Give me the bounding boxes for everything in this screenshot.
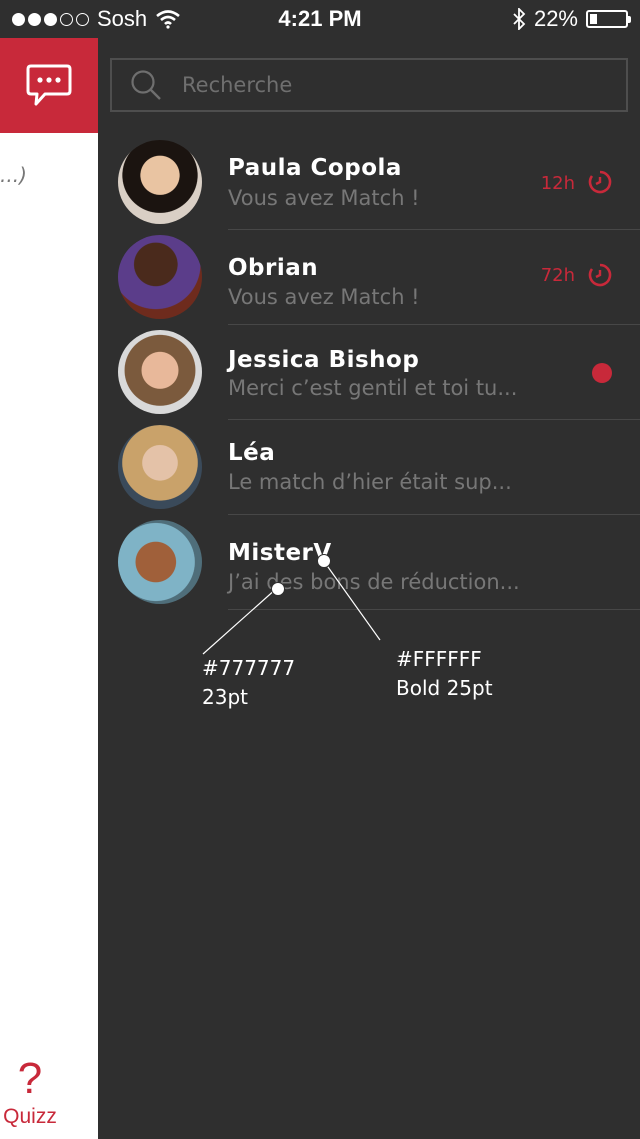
search-input[interactable] [180,72,564,98]
battery-icon [586,10,631,28]
annotation-marker [271,582,285,596]
chat-bubble-icon [26,64,72,105]
conversation-item[interactable]: Paula Copola Vous avez Match ! 12h [98,140,640,234]
annotation-size: Bold 25pt [396,676,493,700]
divider [228,609,640,610]
quizz-label: Quizz [3,1105,57,1128]
divider [228,419,640,420]
timer-icon [588,170,612,194]
divider [228,324,640,325]
avatar [118,235,202,319]
truncated-text: ...) [0,163,27,187]
annotation-marker [317,554,331,568]
status-bar: Sosh 4:21 PM 22% [0,0,640,38]
annotation-message-style: #777777 23pt [202,654,295,712]
divider [228,229,640,230]
contact-name: Léa [228,440,276,466]
question-mark-icon: ? [17,1054,43,1103]
search-icon [131,70,161,100]
expiry-time: 72h [540,265,575,286]
annotation-name-style: #FFFFFF Bold 25pt [396,645,493,703]
annotation-color: #777777 [202,656,296,680]
avatar [118,140,202,224]
bluetooth-icon [513,8,526,30]
battery-level [590,14,598,24]
contact-name: Obrian [228,255,319,281]
status-right: 22% [512,6,631,32]
contact-name: Paula Copola [228,155,402,181]
timer-icon [588,263,612,287]
unread-dot-icon [592,363,612,383]
main-panel-peek[interactable]: ...) ? Quizz [0,38,98,1139]
conversation-item[interactable]: Obrian Vous avez Match ! 72h [98,235,640,329]
contact-name: Jessica Bishop [228,347,420,373]
avatar [118,520,202,604]
conversation-item[interactable]: Léa Le match d’hier était sup... [98,425,640,519]
conversation-item[interactable]: Jessica Bishop Merci c’est gentil et toi… [98,330,640,424]
expiry-time: 12h [540,173,575,194]
conversation-item[interactable]: MisterV J’ai des bons de réduction... [98,520,640,614]
message-preview: Vous avez Match ! [228,285,420,309]
avatar [118,425,202,509]
message-preview: Merci c’est gentil et toi tu... [228,376,518,400]
avatar [118,330,202,414]
divider [228,514,640,515]
messages-tab[interactable] [0,38,98,133]
annotation-size: 23pt [202,685,248,709]
battery-percent: 22% [533,6,578,31]
search-box[interactable] [110,58,628,112]
annotation-color: #FFFFFF [396,647,482,671]
quizz-button[interactable]: ? Quizz [0,1057,60,1129]
message-preview: Vous avez Match ! [228,186,420,210]
message-preview: Le match d’hier était sup... [228,470,512,494]
